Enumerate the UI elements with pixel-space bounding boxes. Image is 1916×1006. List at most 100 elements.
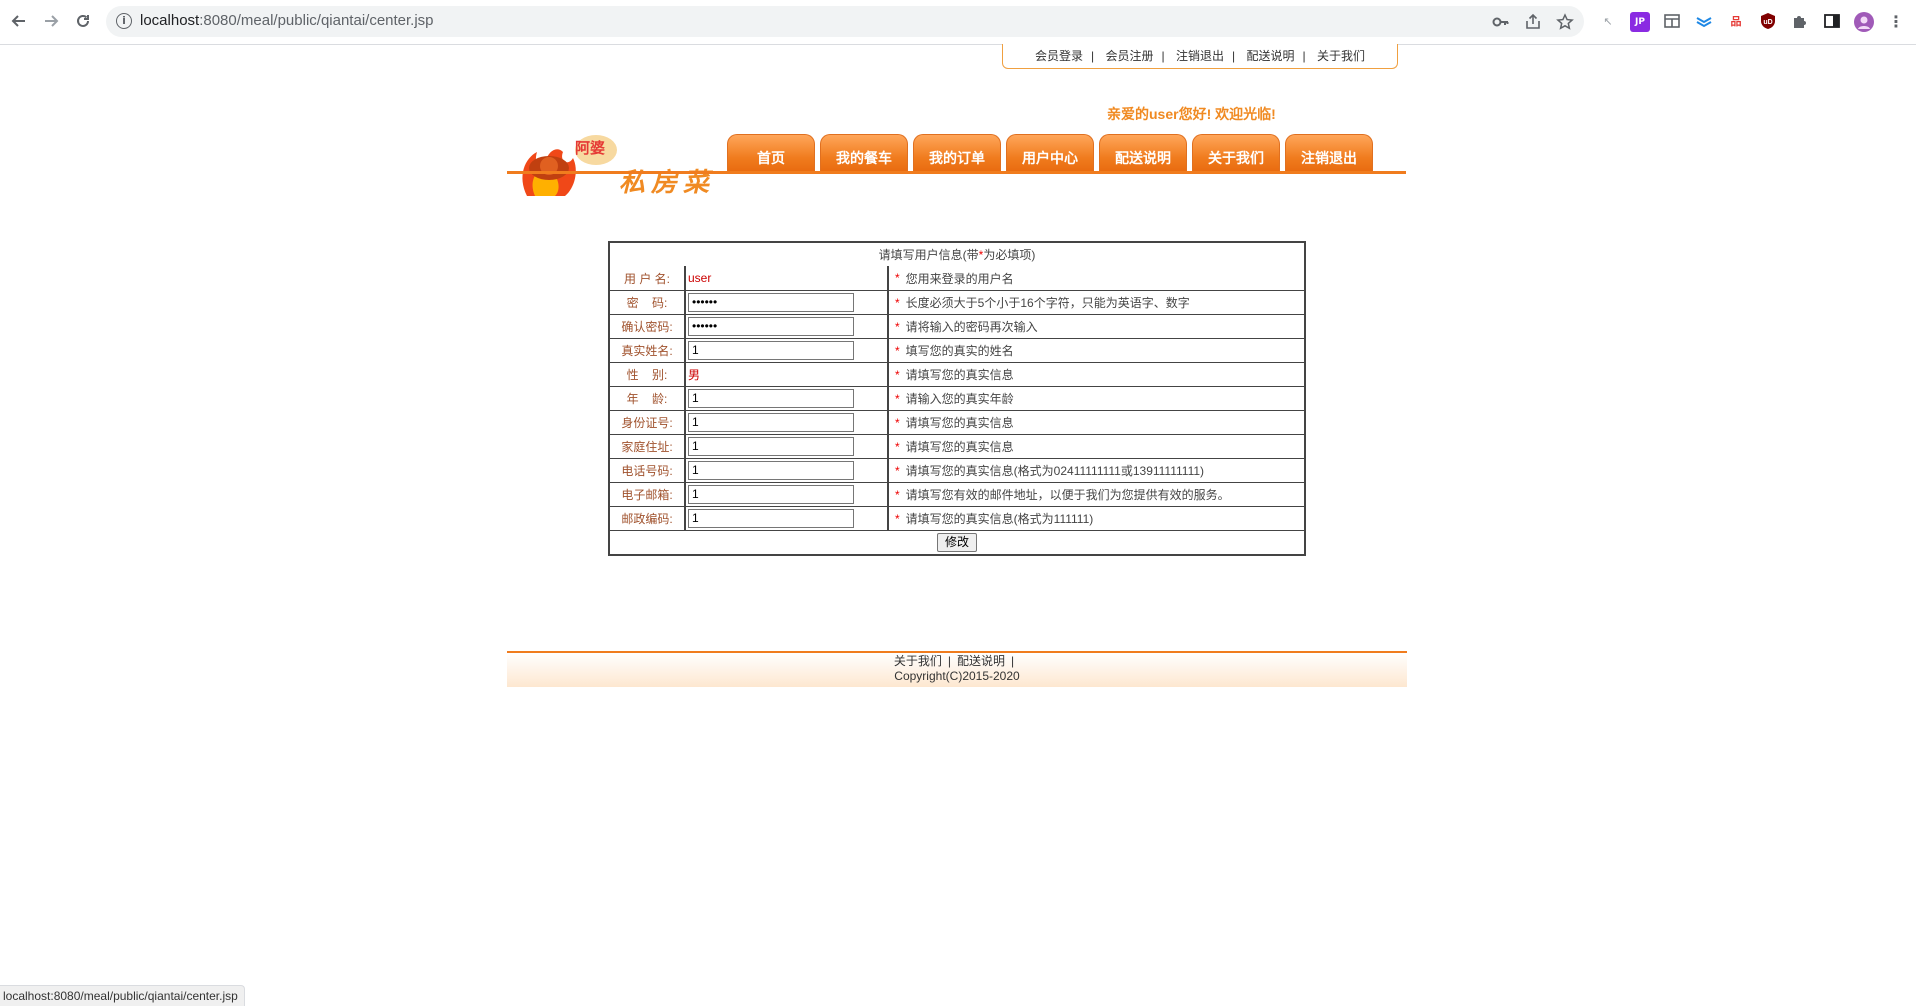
username-label: 用 户 名: — [610, 266, 686, 290]
id-number-hint: 请填写您的真实信息 — [905, 416, 1014, 430]
site-info-icon[interactable]: i — [116, 13, 132, 29]
top-link-about[interactable]: 关于我们 — [1314, 49, 1368, 63]
top-link-logout[interactable]: 注销退出 — [1173, 49, 1227, 63]
nav-tab-about[interactable]: 关于我们 — [1192, 134, 1280, 173]
nav-tab-orders[interactable]: 我的订单 — [913, 134, 1001, 173]
home-address-hint-cell: * 请填写您的真实信息 — [889, 435, 1304, 458]
reload-icon[interactable] — [72, 10, 94, 32]
form-row-postcode: 邮政编码: 1 * 请填写您的真实信息(格式为111111) — [610, 506, 1304, 530]
top-link-login[interactable]: 会员登录 — [1032, 49, 1086, 63]
top-links-bar: 会员登录 | 会员注册 | 注销退出 | 配送说明 | 关于我们 — [1002, 44, 1398, 69]
email-input[interactable]: 1 — [688, 485, 854, 504]
home-address-hint: 请填写您的真实信息 — [905, 440, 1014, 454]
age-label: 年 龄: — [610, 387, 686, 410]
nav-tab-delivery[interactable]: 配送说明 — [1099, 134, 1187, 173]
required-star: * — [895, 343, 900, 358]
age-hint-cell: * 请输入您的真实年龄 — [889, 387, 1304, 410]
confirm-password-value-cell: •••••• — [686, 315, 889, 338]
real-name-hint: 填写您的真实的姓名 — [905, 344, 1014, 358]
status-bar-url: localhost:8080/meal/public/qiantai/cente… — [0, 985, 245, 1006]
required-star: * — [895, 391, 900, 406]
email-label: 电子邮箱: — [610, 483, 686, 506]
form-header-suffix: 为必填项) — [983, 248, 1036, 262]
profile-avatar-icon[interactable] — [1854, 12, 1874, 32]
form-header-text: 请填写用户信息(带 — [878, 248, 979, 262]
required-star: * — [895, 295, 900, 310]
svg-text:uD: uD — [1763, 19, 1772, 26]
id-number-input[interactable]: 1 — [688, 413, 854, 432]
phone-label: 电话号码: — [610, 459, 686, 482]
gender-value: 男 — [688, 368, 701, 382]
postcode-hint: 请填写您的真实信息(格式为111111) — [905, 512, 1094, 526]
form-submit-row: 修改 — [610, 530, 1304, 554]
home-address-label: 家庭住址: — [610, 435, 686, 458]
confirm-password-hint: 请将输入的密码再次输入 — [905, 320, 1038, 334]
home-address-input[interactable]: 1 — [688, 437, 854, 456]
nav-tab-logout[interactable]: 注销退出 — [1285, 134, 1373, 173]
puzzle-icon[interactable] — [1790, 12, 1810, 32]
nav-underline — [507, 171, 1406, 174]
password-hint: 长度必须大于5个小于16个字符，只能为英语字、数字 — [905, 296, 1190, 310]
footer-link-about[interactable]: 关于我们 — [894, 654, 942, 668]
confirm-password-input[interactable]: •••••• — [688, 317, 854, 336]
required-star: * — [895, 439, 900, 454]
confirm-password-label: 确认密码: — [610, 315, 686, 338]
postcode-label: 邮政编码: — [610, 507, 686, 530]
nav-tab-home[interactable]: 首页 — [727, 134, 815, 173]
id-number-label: 身份证号: — [610, 411, 686, 434]
form-row-username: 用 户 名: user * 您用来登录的用户名 — [610, 266, 1304, 290]
nav-tab-cart[interactable]: 我的餐车 — [820, 134, 908, 173]
modify-button[interactable]: 修改 — [936, 533, 977, 552]
id-number-value-cell: 1 — [686, 411, 889, 434]
form-row-real-name: 真实姓名: 1 * 填写您的真实的姓名 — [610, 338, 1304, 362]
phone-input[interactable]: 1 — [688, 461, 854, 480]
real-name-value-cell: 1 — [686, 339, 889, 362]
ublock-icon[interactable]: uD — [1758, 12, 1778, 32]
footer-link-delivery[interactable]: 配送说明 — [957, 654, 1005, 668]
bookmark-star-icon[interactable] — [1556, 13, 1574, 31]
form-row-gender: 性 别: 男 * 请填写您的真实信息 — [610, 362, 1304, 386]
layers-extension-icon[interactable] — [1694, 12, 1714, 32]
user-info-form: 请填写用户信息(带 * 为必填项) 用 户 名: user * 您用来登录的用户名密 码:… — [608, 241, 1306, 556]
url-text[interactable]: localhost:8080/meal/public/qiantai/cente… — [140, 12, 434, 29]
sidepanel-icon[interactable] — [1822, 12, 1842, 32]
form-header: 请填写用户信息(带 * 为必填项) — [610, 243, 1304, 266]
required-star: * — [895, 463, 900, 478]
password-hint-cell: * 长度必须大于5个小于16个字符，只能为英语字、数字 — [889, 291, 1304, 314]
email-value-cell: 1 — [686, 483, 889, 506]
address-bar[interactable]: i localhost:8080/meal/public/qiantai/cen… — [106, 6, 1584, 37]
share-icon[interactable] — [1524, 13, 1542, 31]
real-name-input[interactable]: 1 — [688, 341, 854, 360]
age-input[interactable]: 1 — [688, 389, 854, 408]
required-star: * — [895, 271, 900, 285]
required-star: * — [895, 415, 900, 430]
required-star: * — [895, 487, 900, 502]
table-extension-icon[interactable] — [1662, 12, 1682, 32]
id-number-hint-cell: * 请填写您的真实信息 — [889, 411, 1304, 434]
jp-extension-icon[interactable]: JP — [1630, 12, 1650, 32]
real-name-label: 真实姓名: — [610, 339, 686, 362]
site-logo[interactable]: 阿婆 私房菜 — [515, 96, 715, 206]
forward-icon[interactable] — [40, 10, 62, 32]
cursor-extension-icon[interactable]: ↖ — [1598, 12, 1618, 32]
logo-title-text: 私房菜 — [619, 168, 716, 197]
form-row-age: 年 龄: 1 * 请输入您的真实年龄 — [610, 386, 1304, 410]
gender-hint-cell: * 请填写您的真实信息 — [889, 363, 1304, 386]
key-icon[interactable] — [1492, 13, 1510, 31]
password-input[interactable]: •••••• — [688, 293, 854, 312]
nav-tab-user-center[interactable]: 用户中心 — [1006, 134, 1094, 173]
password-value-cell: •••••• — [686, 291, 889, 314]
logo-badge-text: 阿婆 — [575, 140, 606, 157]
back-icon[interactable] — [8, 10, 30, 32]
welcome-message: 亲爱的user您好! 欢迎光临! — [1107, 106, 1276, 122]
top-link-register[interactable]: 会员注册 — [1103, 49, 1157, 63]
network-extension-icon[interactable]: 品 — [1726, 12, 1746, 32]
username-value-cell: user — [686, 266, 889, 290]
postcode-hint-cell: * 请填写您的真实信息(格式为111111) — [889, 507, 1304, 530]
form-row-home-address: 家庭住址: 1 * 请填写您的真实信息 — [610, 434, 1304, 458]
postcode-input[interactable]: 1 — [688, 509, 854, 528]
top-link-delivery[interactable]: 配送说明 — [1243, 49, 1297, 63]
confirm-password-hint-cell: * 请将输入的密码再次输入 — [889, 315, 1304, 338]
form-row-password: 密 码: •••••• * 长度必须大于5个小于16个字符，只能为英语字、数字 — [610, 290, 1304, 314]
menu-kebab-icon[interactable]: ⋮ — [1886, 12, 1906, 32]
